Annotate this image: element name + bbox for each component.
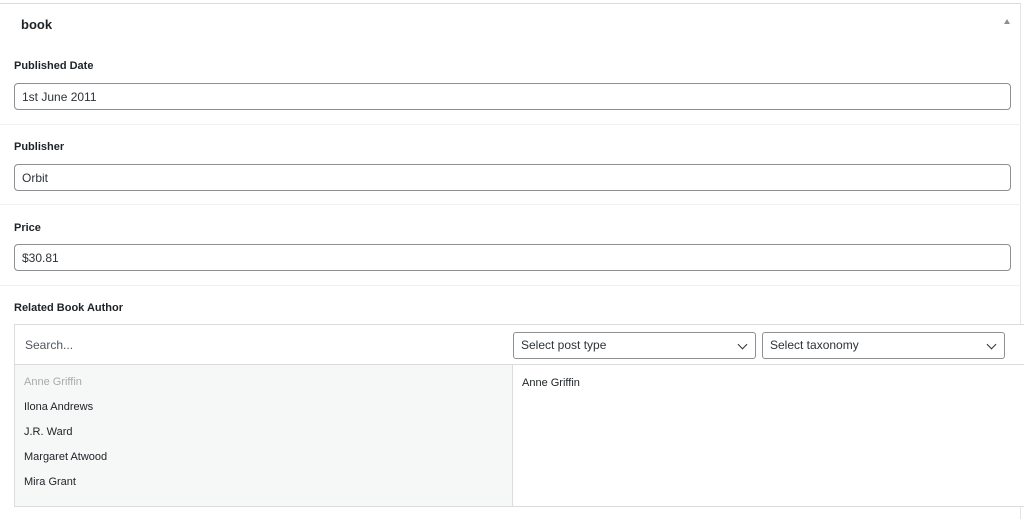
publisher-label: Publisher xyxy=(14,141,65,153)
published-date-input[interactable] xyxy=(14,83,1011,110)
publisher-input[interactable] xyxy=(14,164,1011,191)
post-type-select-value: Select post type xyxy=(521,338,607,352)
chevron-down-icon xyxy=(986,339,997,350)
selected-values-list: Anne Griffin xyxy=(513,365,1024,506)
published-date-label: Published Date xyxy=(14,60,94,72)
search-input[interactable] xyxy=(15,325,511,364)
price-label: Price xyxy=(14,222,41,234)
choice-item-disabled: Anne Griffin xyxy=(24,376,82,388)
choices-list: Anne Griffin Ilona Andrews J.R. Ward Mar… xyxy=(15,365,513,506)
selected-item[interactable]: Anne Griffin xyxy=(522,377,580,389)
field-divider xyxy=(0,204,1021,205)
panel-title: book xyxy=(21,17,53,32)
taxonomy-select-value: Select taxonomy xyxy=(770,338,859,352)
relationship-filters: Select post type Select taxonomy xyxy=(15,325,1024,365)
choice-item[interactable]: Margaret Atwood xyxy=(24,451,107,463)
post-type-select[interactable]: Select post type xyxy=(513,332,756,359)
choice-item[interactable]: J.R. Ward xyxy=(24,426,73,438)
related-book-author-label: Related Book Author xyxy=(14,302,123,314)
field-divider xyxy=(0,285,1021,286)
choice-item[interactable]: Ilona Andrews xyxy=(24,401,93,413)
price-input[interactable] xyxy=(14,244,1011,271)
panel-header[interactable]: book xyxy=(0,4,1020,44)
relationship-field: Select post type Select taxonomy Anne Gr… xyxy=(14,324,1024,507)
taxonomy-select[interactable]: Select taxonomy xyxy=(762,332,1005,359)
collapse-arrow-icon[interactable] xyxy=(1004,19,1010,24)
chevron-down-icon xyxy=(737,339,748,350)
choice-item[interactable]: Mira Grant xyxy=(24,476,76,488)
field-divider xyxy=(0,124,1021,125)
